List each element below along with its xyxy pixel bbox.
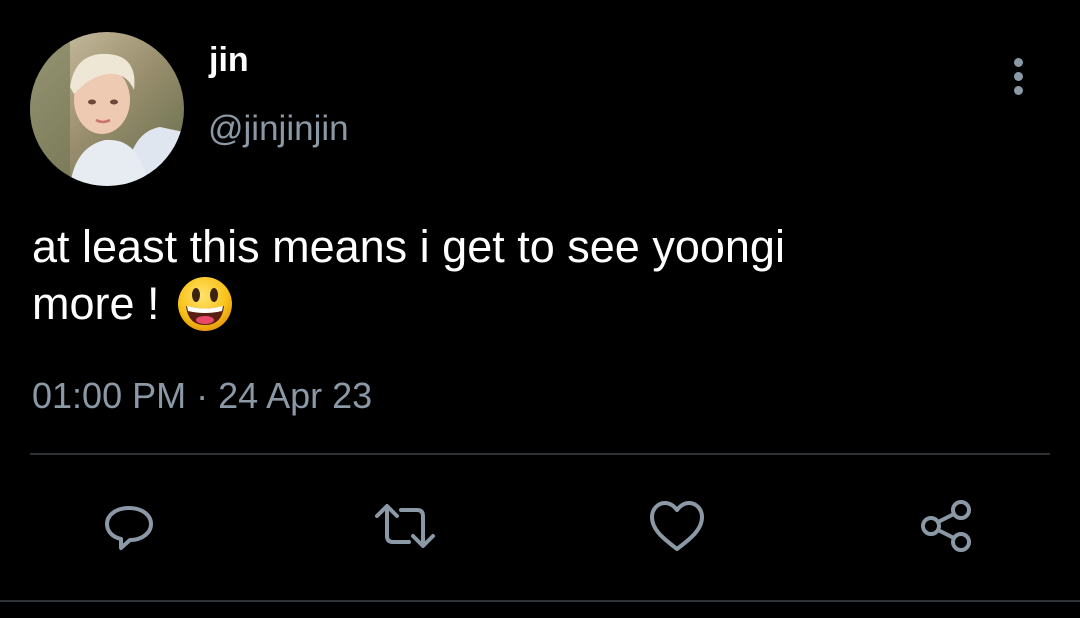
more-dot-icon xyxy=(1013,57,1023,67)
like-button[interactable] xyxy=(645,494,709,558)
tweet-timestamp[interactable]: 01:00 PM · 24 Apr 23 xyxy=(32,374,372,418)
divider xyxy=(0,600,1080,602)
share-button[interactable] xyxy=(914,494,978,558)
author-name[interactable]: jin xyxy=(209,40,249,80)
heart-icon xyxy=(650,501,704,551)
tweet-text-content: at least this means i get to see yoongi … xyxy=(32,221,785,329)
share-icon xyxy=(921,500,971,552)
author-handle[interactable]: @jinjinjin xyxy=(208,108,349,150)
divider xyxy=(30,453,1050,455)
tweet-card: jin @jinjinjin at least this means i get… xyxy=(0,0,1080,618)
more-dot-icon xyxy=(1013,71,1023,81)
avatar-image xyxy=(30,32,184,186)
avatar[interactable] xyxy=(30,32,184,186)
more-dot-icon xyxy=(1013,85,1023,95)
reply-icon xyxy=(105,506,153,550)
reply-button[interactable] xyxy=(97,494,161,558)
grinning-face-emoji-icon xyxy=(178,277,233,331)
retweet-icon xyxy=(375,504,435,548)
more-options-button[interactable] xyxy=(998,52,1038,100)
tweet-text: at least this means i get to see yoongi … xyxy=(32,218,1032,333)
retweet-button[interactable] xyxy=(373,494,437,558)
